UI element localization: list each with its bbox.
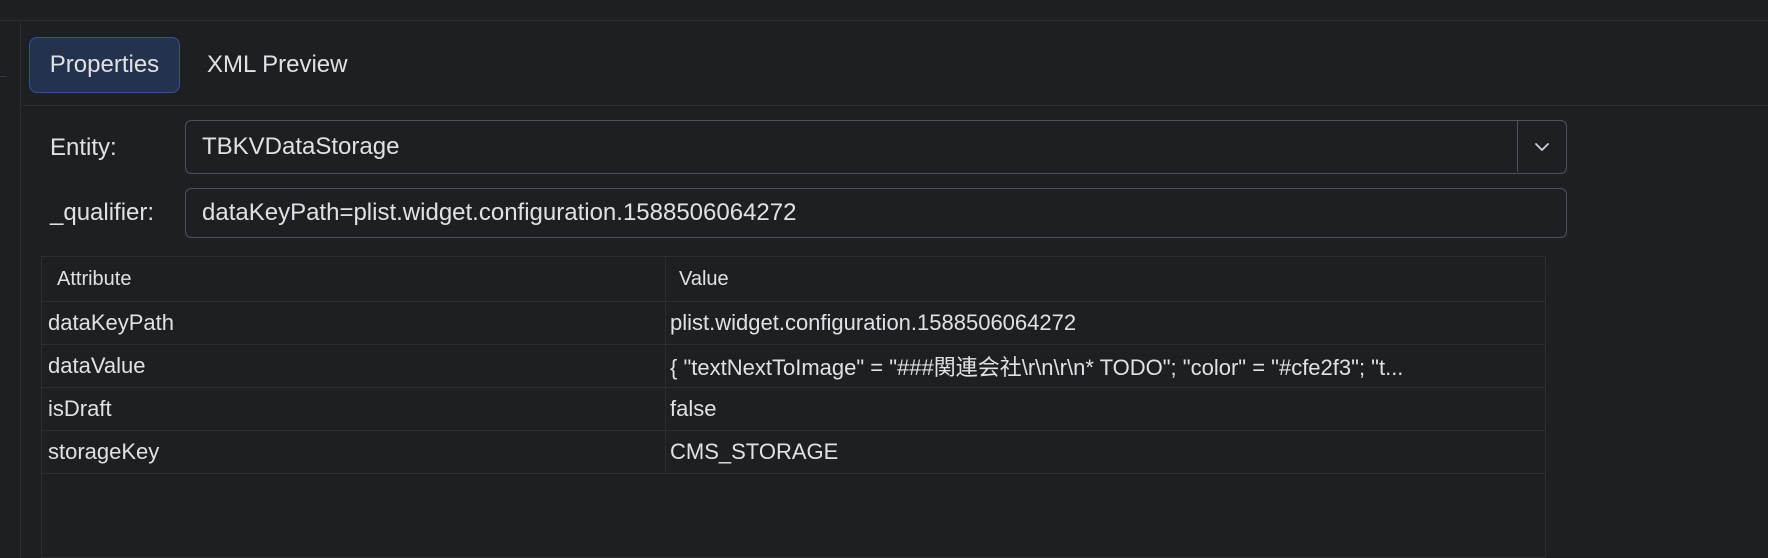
table-row[interactable]: storageKey CMS_STORAGE: [42, 431, 1545, 474]
column-header-attribute[interactable]: Attribute: [57, 257, 131, 301]
entity-label: Entity:: [50, 134, 117, 161]
left-gutter: [0, 21, 21, 558]
attribute-cell: dataValue: [48, 353, 146, 378]
value-cell[interactable]: plist.widget.configuration.1588506064272: [670, 302, 1530, 344]
chevron-down-icon: [1535, 142, 1549, 151]
table-row[interactable]: isDraft false: [42, 388, 1545, 431]
properties-panel: Properties XML Preview Entity: TBKVDataS…: [21, 21, 1768, 558]
entity-dropdown[interactable]: TBKVDataStorage: [185, 120, 1567, 174]
tab-properties[interactable]: Properties: [29, 37, 180, 93]
entity-value: TBKVDataStorage: [202, 132, 400, 160]
entity-dropdown-button[interactable]: [1517, 121, 1566, 172]
value-cell[interactable]: false: [670, 388, 1530, 430]
column-header-value[interactable]: Value: [679, 257, 729, 301]
qualifier-field[interactable]: [185, 188, 1567, 238]
tab-bar: Properties XML Preview: [21, 21, 1768, 106]
value-cell[interactable]: { "textNextToImage" = "###関連会社\r\n\r\n* …: [670, 345, 1530, 387]
attribute-cell: dataKeyPath: [48, 310, 174, 335]
qualifier-row: _qualifier:: [21, 188, 1768, 244]
gutter-notch: [0, 76, 6, 77]
table-row[interactable]: dataKeyPath plist.widget.configuration.1…: [42, 302, 1545, 345]
value-cell[interactable]: CMS_STORAGE: [670, 431, 1530, 473]
table-row[interactable]: dataValue { "textNextToImage" = "###関連会社…: [42, 345, 1545, 388]
attribute-cell: storageKey: [48, 439, 160, 464]
qualifier-label: _qualifier:: [50, 199, 155, 226]
attribute-cell: isDraft: [48, 396, 112, 421]
window-top-bar: [0, 0, 1768, 21]
entity-row: Entity: TBKVDataStorage: [21, 120, 1768, 176]
table-header: Attribute Value: [42, 257, 1545, 302]
attributes-table: Attribute Value dataKeyPath plist.widget…: [41, 256, 1546, 558]
tab-xml-preview[interactable]: XML Preview: [189, 37, 365, 93]
